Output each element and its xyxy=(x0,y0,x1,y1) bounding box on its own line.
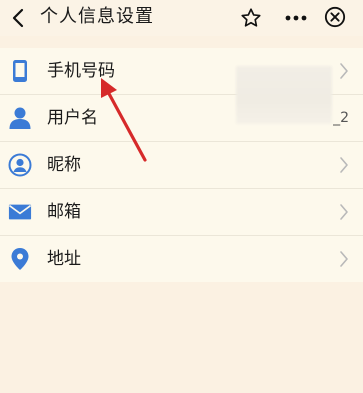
list-item-address[interactable]: 地址 xyxy=(0,236,363,282)
back-icon[interactable] xyxy=(6,5,32,31)
user-icon xyxy=(8,106,32,130)
address-label: 地址 xyxy=(47,249,81,269)
close-icon[interactable] xyxy=(322,4,348,30)
list-item-nickname[interactable]: 昵称 xyxy=(0,142,363,189)
phone-icon xyxy=(8,59,32,83)
list-item-username[interactable]: 用户名 _2 xyxy=(0,95,363,142)
location-pin-icon xyxy=(8,247,32,271)
settings-list: 手机号码 用户名 _2 昵称 邮箱 地址 xyxy=(0,48,363,282)
chevron-right-icon xyxy=(340,157,348,173)
phone-label: 手机号码 xyxy=(47,61,115,81)
more-icon[interactable] xyxy=(282,5,310,31)
nickname-icon xyxy=(8,153,32,177)
page-title: 个人信息设置 xyxy=(40,6,154,27)
nickname-label: 昵称 xyxy=(47,155,81,175)
email-icon xyxy=(8,200,32,224)
star-icon[interactable] xyxy=(238,5,264,31)
chevron-right-icon xyxy=(340,204,348,220)
chevron-right-icon xyxy=(340,63,348,79)
list-item-phone[interactable]: 手机号码 xyxy=(0,48,363,124)
header-bar: 个人信息设置 xyxy=(0,0,363,36)
username-value: _2 xyxy=(333,110,349,126)
email-label: 邮箱 xyxy=(47,202,81,222)
username-label: 用户名 xyxy=(47,108,98,128)
list-item-email[interactable]: 邮箱 xyxy=(0,189,363,236)
chevron-right-icon xyxy=(340,251,348,267)
